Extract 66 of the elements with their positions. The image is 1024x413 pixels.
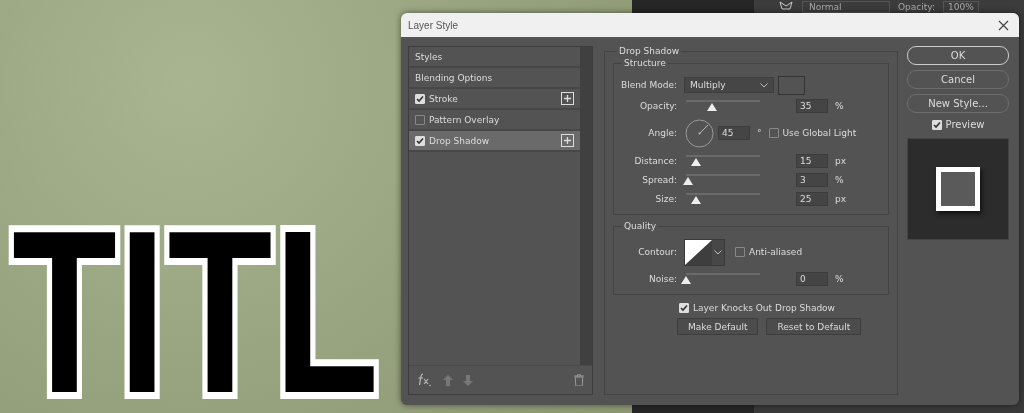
opacity-label: Opacity:: [898, 1, 935, 12]
field-label: Noise:: [648, 273, 677, 284]
trash-icon[interactable]: [574, 374, 584, 386]
field-label: Size:: [654, 193, 677, 204]
style-label: Drop Shadow: [429, 135, 491, 146]
slider-thumb[interactable]: [706, 103, 717, 111]
shadow-color-swatch[interactable]: [778, 75, 805, 95]
unit-label: px: [835, 193, 847, 204]
style-label: Styles: [415, 51, 444, 62]
unit-label: %: [835, 100, 844, 111]
group-title: Structure: [623, 58, 667, 68]
contour-picker[interactable]: [684, 238, 725, 266]
layer-icon[interactable]: [778, 0, 794, 13]
blend-mode-dropdown[interactable]: Multiply: [684, 77, 774, 93]
field-label: Spread:: [641, 174, 677, 185]
panel-title: Drop Shadow: [618, 46, 681, 56]
value-field[interactable]: 15: [796, 153, 828, 168]
style-label: Blending Options: [415, 72, 494, 83]
dialog-button[interactable]: OK: [907, 46, 1009, 65]
field-label: Blend Mode:: [620, 80, 677, 90]
style-label: Stroke: [429, 93, 459, 104]
slider-thumb[interactable]: [690, 158, 701, 166]
field-label: Distance:: [633, 155, 677, 166]
caret-icon: [760, 82, 768, 88]
checkbox-label: Anti-aliased: [749, 247, 803, 257]
checkbox[interactable]: [735, 247, 745, 257]
unit-label: %: [835, 174, 844, 185]
group-title: Quality: [623, 221, 658, 231]
reset-default-button[interactable]: Reset to Default: [766, 318, 862, 335]
field-label: Opacity:: [639, 100, 677, 111]
angle-field[interactable]: 45: [718, 126, 750, 140]
checkbox-label: Layer Knocks Out Drop Shadow: [693, 302, 835, 313]
dialog-button[interactable]: Cancel: [907, 70, 1009, 89]
caret-icon: [714, 249, 722, 255]
unit-label: °: [757, 128, 762, 138]
field-label: Contour:: [637, 247, 677, 257]
checkbox-label: Use Global Light: [782, 128, 857, 138]
style-list-item[interactable]: Drop Shadow: [409, 131, 580, 152]
fx-icon[interactable]: [417, 373, 433, 387]
style-list-item[interactable]: Stroke: [409, 89, 580, 110]
add-icon[interactable]: [561, 134, 574, 147]
value-field[interactable]: 3: [796, 172, 828, 187]
checkbox[interactable]: [768, 128, 779, 138]
preview-square-drawing: [936, 167, 980, 211]
slider-thumb[interactable]: [681, 276, 691, 284]
close-icon[interactable]: [998, 19, 1009, 31]
slider-thumb[interactable]: [683, 177, 694, 185]
checkbox-label: Preview: [945, 119, 985, 130]
slider-thumb[interactable]: [690, 196, 701, 204]
title-artwork-text: TITL: [12, 196, 381, 413]
value-field[interactable]: 25: [796, 191, 828, 206]
dialog-button[interactable]: New Style...: [907, 94, 1009, 113]
angle-dial[interactable]: [685, 118, 714, 148]
add-icon[interactable]: [561, 92, 574, 105]
scroll-bar[interactable]: [580, 47, 592, 365]
checkbox[interactable]: [415, 114, 425, 125]
field-label: Angle:: [647, 128, 677, 138]
style-label: Pattern Overlay: [429, 114, 501, 125]
value-field[interactable]: 0: [796, 271, 828, 286]
value-field[interactable]: 35: [796, 98, 828, 113]
unit-label: %: [835, 273, 844, 284]
unit-label: px: [835, 155, 847, 166]
blend-mode-dropdown[interactable]: Normal: [802, 0, 890, 13]
opacity-field[interactable]: 100%: [943, 0, 979, 13]
dialog-title: Layer Style: [408, 19, 459, 31]
make-default-button[interactable]: Make Default: [677, 318, 759, 335]
